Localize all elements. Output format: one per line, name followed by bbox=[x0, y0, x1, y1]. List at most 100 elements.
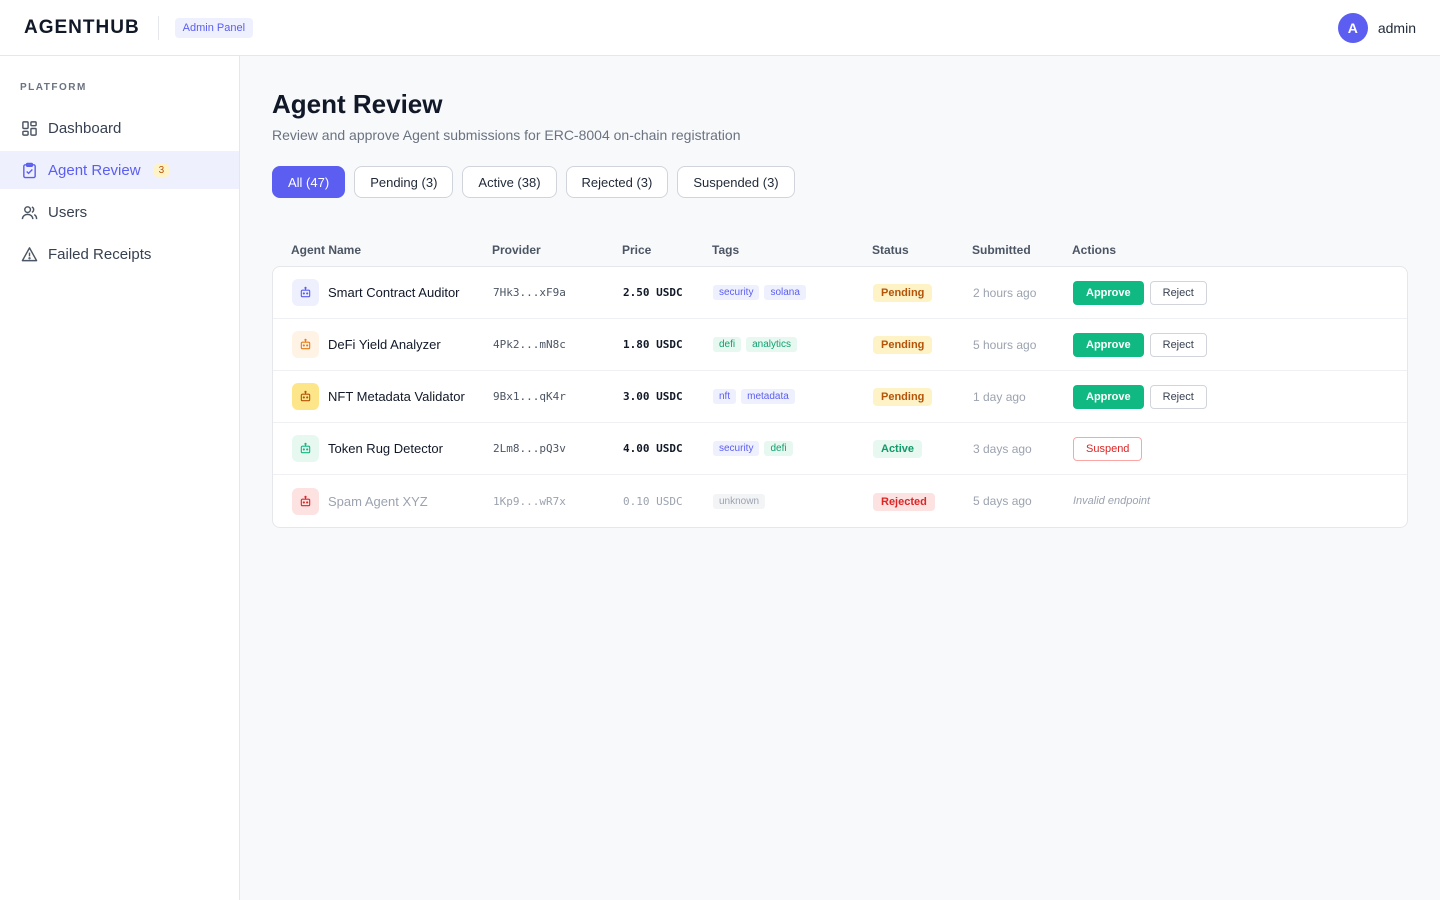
provider-address: 4Pk2...mN8c bbox=[493, 338, 566, 351]
column-header-status: Status bbox=[872, 243, 909, 257]
suspend-button[interactable]: Suspend bbox=[1073, 436, 1143, 461]
agent-name-cell: NFT Metadata Validator bbox=[273, 383, 493, 410]
tag: solana bbox=[764, 285, 806, 300]
approve-button[interactable]: Approve bbox=[1073, 384, 1144, 409]
tab-rejected[interactable]: Rejected (3) bbox=[565, 166, 669, 198]
user-menu[interactable]: A admin bbox=[1337, 13, 1416, 43]
submitted-time: 5 days ago bbox=[973, 494, 1032, 508]
admin-panel-badge: Admin Panel bbox=[174, 17, 254, 38]
table-row: Spam Agent XYZ 1Kp9...wR7x 0.10 USDC unk… bbox=[273, 475, 1407, 527]
sidebar-nav: Dashboard Agent Review 3 Users Failed Re… bbox=[0, 109, 239, 273]
status-cell: Rejected bbox=[873, 492, 973, 511]
agent-price: 3.00 USDC bbox=[623, 390, 683, 403]
reject-button[interactable]: Reject bbox=[1149, 280, 1207, 305]
submitted-time: 3 days ago bbox=[973, 441, 1032, 456]
table-row: Token Rug Detector 2Lm8...pQ3v 4.00 USDC… bbox=[273, 423, 1407, 475]
robot-icon bbox=[292, 279, 319, 306]
submitted-time: 2 hours ago bbox=[973, 285, 1037, 300]
sidebar-section-label: PLATFORM bbox=[20, 82, 87, 93]
status-cell: Pending bbox=[873, 387, 973, 406]
agent-price: 0.10 USDC bbox=[623, 494, 683, 508]
tab-suspended[interactable]: Suspended (3) bbox=[677, 166, 795, 198]
table-row: Smart Contract Auditor 7Hk3...xF9a 2.50 … bbox=[273, 267, 1407, 319]
approve-button[interactable]: Approve bbox=[1073, 332, 1144, 357]
agent-name-cell: Spam Agent XYZ bbox=[273, 487, 493, 515]
actions-cell: Approve Reject bbox=[1073, 332, 1407, 357]
agent-tags: unknown bbox=[713, 493, 873, 509]
column-header-submitted: Submitted bbox=[972, 243, 1031, 257]
robot-icon bbox=[292, 331, 319, 358]
tag: security bbox=[713, 441, 760, 456]
sidebar-item-agent-review[interactable]: Agent Review 3 bbox=[0, 151, 239, 189]
sidebar-item-label: Users bbox=[48, 203, 88, 221]
agent-tags: nft metadata bbox=[713, 389, 873, 404]
sidebar-item-label: Agent Review bbox=[48, 161, 141, 179]
sidebar-item-dashboard[interactable]: Dashboard bbox=[0, 109, 239, 147]
username[interactable]: admin bbox=[1378, 20, 1416, 36]
robot-icon bbox=[292, 487, 319, 515]
top-bar: AGENTHUB Admin Panel A admin bbox=[0, 0, 1440, 56]
agent-table: Smart Contract Auditor 7Hk3...xF9a 2.50 … bbox=[272, 266, 1408, 528]
status-badge: Rejected bbox=[873, 492, 935, 511]
robot-icon bbox=[292, 435, 319, 462]
actions-cell: Approve Reject bbox=[1073, 280, 1407, 305]
agent-tags: security defi bbox=[713, 441, 873, 456]
robot-icon bbox=[292, 383, 319, 410]
warning-triangle-icon bbox=[20, 245, 38, 263]
sidebar: PLATFORM Dashboard Agent Review 3 Users bbox=[0, 56, 240, 900]
agent-price: 1.80 USDC bbox=[623, 338, 683, 351]
status-cell: Active bbox=[873, 439, 973, 458]
tag: analytics bbox=[746, 337, 798, 352]
action-note: Invalid endpoint bbox=[1073, 495, 1151, 507]
agent-name[interactable]: Token Rug Detector bbox=[328, 441, 443, 456]
tag: unknown bbox=[713, 493, 766, 509]
grid-icon bbox=[20, 119, 38, 137]
column-header-tags: Tags bbox=[712, 243, 740, 257]
main-content: Agent Review Review and approve Agent su… bbox=[240, 56, 1440, 900]
tab-pending[interactable]: Pending (3) bbox=[354, 166, 454, 198]
column-header-agent-name: Agent Name bbox=[291, 243, 362, 257]
reject-button[interactable]: Reject bbox=[1149, 384, 1207, 409]
table-header: Agent Name Provider Price Tags Status Su… bbox=[272, 234, 1408, 266]
agent-name-cell: DeFi Yield Analyzer bbox=[273, 331, 493, 358]
provider-address: 7Hk3...xF9a bbox=[493, 286, 566, 299]
agent-name[interactable]: NFT Metadata Validator bbox=[328, 389, 465, 404]
agent-price: 4.00 USDC bbox=[623, 442, 683, 455]
users-icon bbox=[20, 203, 38, 221]
table-row: NFT Metadata Validator 9Bx1...qK4r 3.00 … bbox=[273, 371, 1407, 423]
sidebar-item-failed-receipts[interactable]: Failed Receipts bbox=[0, 235, 239, 273]
agent-name[interactable]: Smart Contract Auditor bbox=[328, 285, 460, 300]
filter-tabs: All (47) Pending (3) Active (38) Rejecte… bbox=[272, 166, 1408, 198]
status-cell: Pending bbox=[873, 335, 973, 354]
agent-name[interactable]: Spam Agent XYZ bbox=[328, 494, 428, 509]
agent-tags: defi analytics bbox=[713, 337, 873, 352]
clipboard-check-icon bbox=[20, 161, 38, 179]
pending-count-badge: 3 bbox=[152, 162, 171, 178]
tab-all[interactable]: All (47) bbox=[272, 166, 346, 198]
agent-tags: security solana bbox=[713, 285, 873, 300]
page-title: Agent Review bbox=[272, 89, 443, 119]
submitted-time: 1 day ago bbox=[973, 389, 1026, 404]
agent-price: 2.50 USDC bbox=[623, 286, 683, 299]
actions-cell: Approve Reject bbox=[1073, 384, 1407, 409]
status-badge: Pending bbox=[873, 284, 933, 302]
brand-logo[interactable]: AGENTHUB bbox=[24, 17, 140, 39]
approve-button[interactable]: Approve bbox=[1073, 280, 1144, 305]
tab-active[interactable]: Active (38) bbox=[462, 166, 557, 198]
avatar[interactable]: A bbox=[1337, 13, 1368, 43]
reject-button[interactable]: Reject bbox=[1149, 332, 1207, 357]
provider-address: 1Kp9...wR7x bbox=[493, 494, 566, 508]
agent-name[interactable]: DeFi Yield Analyzer bbox=[328, 337, 441, 352]
status-badge: Pending bbox=[873, 388, 933, 406]
sidebar-item-users[interactable]: Users bbox=[0, 193, 239, 231]
actions-cell: Invalid endpoint bbox=[1073, 495, 1407, 507]
agent-name-cell: Token Rug Detector bbox=[273, 435, 493, 462]
status-badge: Pending bbox=[873, 336, 933, 354]
provider-address: 2Lm8...pQ3v bbox=[493, 442, 566, 455]
column-header-actions: Actions bbox=[1072, 243, 1117, 257]
page-subtitle: Review and approve Agent submissions for… bbox=[272, 127, 741, 143]
column-header-price: Price bbox=[622, 243, 652, 257]
tag: defi bbox=[764, 441, 793, 456]
tag: metadata bbox=[741, 389, 795, 404]
submitted-time: 5 hours ago bbox=[973, 337, 1037, 352]
